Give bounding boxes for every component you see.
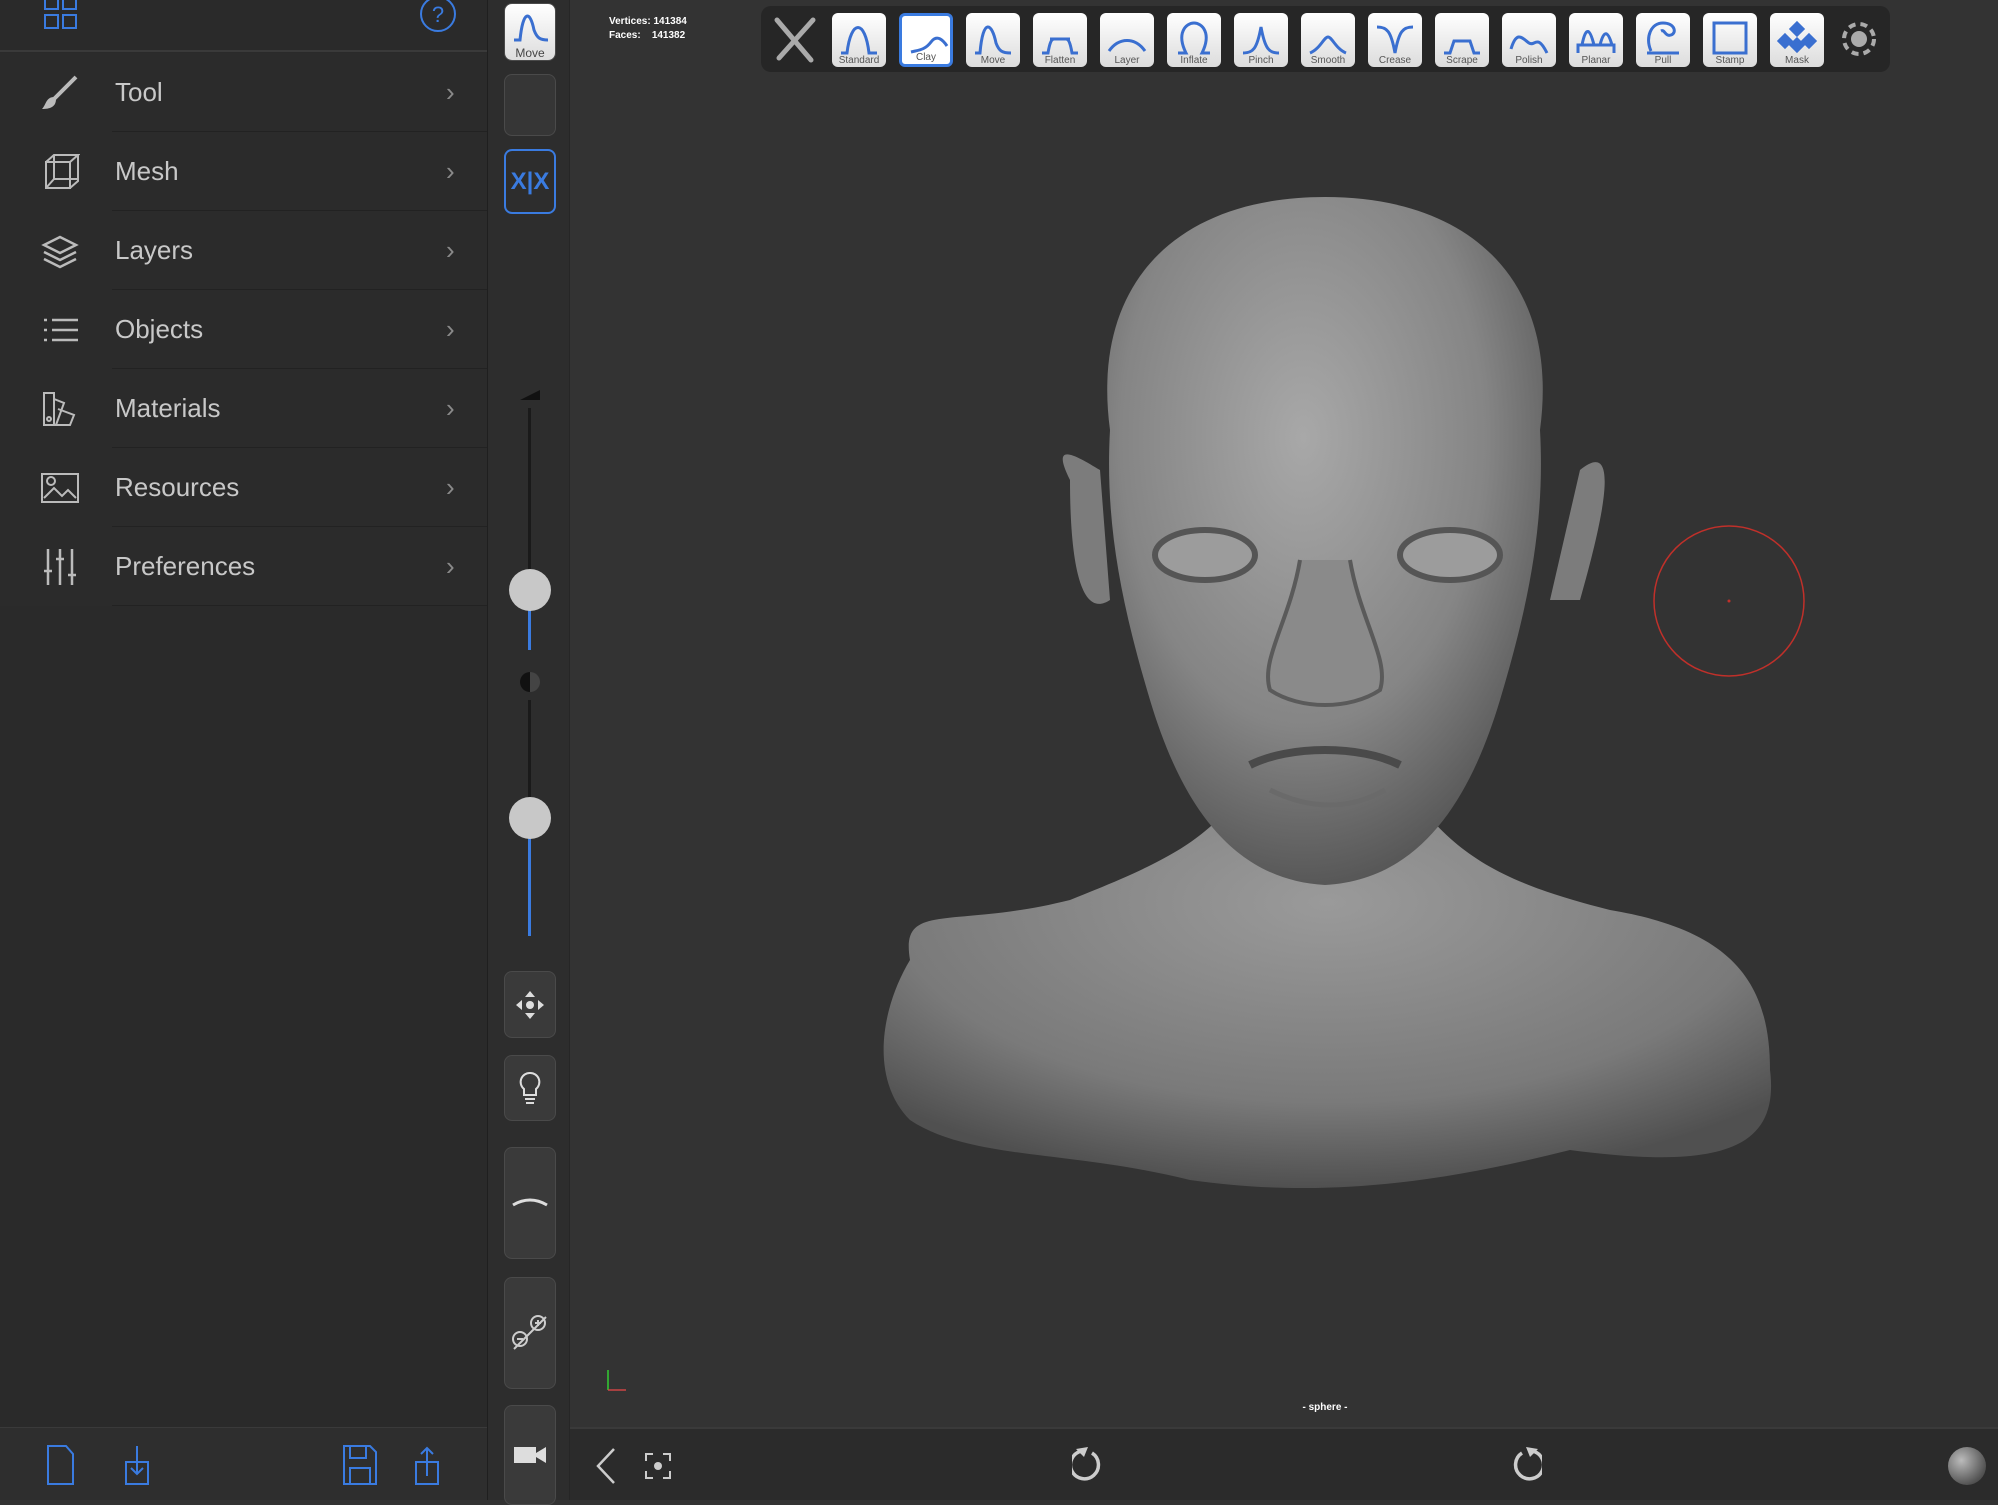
radius-icon <box>520 390 540 400</box>
sidebar-item-label: Tool <box>115 77 163 107</box>
current-tool-button[interactable]: Move <box>504 3 556 61</box>
chevron-right-icon: › <box>446 393 455 423</box>
back-arrow-icon[interactable] <box>594 1447 618 1485</box>
chevron-right-icon: › <box>446 235 455 265</box>
cube-icon <box>40 152 80 192</box>
empty-slot-button[interactable] <box>504 74 556 136</box>
intensity-slider-thumb[interactable] <box>509 797 551 839</box>
import-icon[interactable] <box>122 1444 152 1486</box>
focus-frame-icon[interactable] <box>644 1452 672 1480</box>
sidebar-item-label: Objects <box>115 314 204 344</box>
sidebar-item-label: Mesh <box>115 156 179 186</box>
mask-toggle-button[interactable] <box>504 1277 556 1389</box>
divider <box>112 605 487 606</box>
image-icon <box>40 468 80 508</box>
grid-icon[interactable] <box>43 0 79 30</box>
chevron-right-icon: › <box>446 156 455 186</box>
sidebar: ? Tool › Mesh › Layers › Objects › Materials › Res… <box>0 0 487 1500</box>
sidebar-item-label: Layers <box>115 235 194 265</box>
move-arrows-icon <box>516 990 544 1019</box>
3d-viewport[interactable]: Vertices: 141384 Faces: 141382 Standard C… <box>570 0 1998 1427</box>
lightbulb-icon <box>519 1071 541 1104</box>
viewport-bottom-bar <box>570 1427 1998 1500</box>
sidebar-item-label: Materials <box>115 393 221 423</box>
sidebar-item-preferences[interactable]: Preferences › <box>0 527 487 606</box>
move-brush-icon <box>514 14 549 42</box>
sidebar-item-tool[interactable]: Tool › <box>0 53 487 132</box>
light-button[interactable] <box>504 1055 556 1121</box>
sidebar-item-materials[interactable]: Materials › <box>0 369 487 448</box>
sidebar-footer <box>0 1427 487 1500</box>
svg-text:?: ? <box>432 2 444 27</box>
sculpt-model[interactable] <box>570 0 1998 1427</box>
sliders-icon <box>40 547 80 587</box>
transform-button[interactable] <box>504 971 556 1038</box>
object-name-label: - sphere - <box>1302 1402 1348 1413</box>
swatches-icon <box>40 389 80 429</box>
list-icon <box>40 310 80 350</box>
current-tool-label: Move <box>515 46 545 60</box>
matcap-sphere-button[interactable] <box>1948 1447 1986 1485</box>
chevron-right-icon: › <box>446 472 455 502</box>
sidebar-item-mesh[interactable]: Mesh › <box>0 132 487 211</box>
redo-icon[interactable] <box>1506 1445 1542 1485</box>
radius-slider-thumb[interactable] <box>509 569 551 611</box>
sidebar-item-label: Resources <box>115 472 240 502</box>
stroke-curve-icon <box>512 1198 548 1207</box>
save-icon[interactable] <box>342 1444 378 1486</box>
new-file-icon[interactable] <box>46 1444 76 1486</box>
chevron-right-icon: › <box>446 314 455 344</box>
sidebar-item-label: Preferences <box>115 551 256 581</box>
axis-indicator <box>607 1370 626 1391</box>
sidebar-item-resources[interactable]: Resources › <box>0 448 487 527</box>
export-icon[interactable] <box>412 1444 442 1486</box>
radius-slider[interactable] <box>528 408 531 650</box>
sidebar-header: ? <box>0 0 487 52</box>
video-camera-icon <box>514 1447 546 1463</box>
brush-icon <box>40 73 80 113</box>
intensity-icon <box>520 672 540 692</box>
stroke-button[interactable] <box>504 1147 556 1259</box>
chevron-right-icon: › <box>446 551 455 581</box>
brush-settings-column: Move X|X <box>487 0 570 1505</box>
sidebar-item-objects[interactable]: Objects › <box>0 290 487 369</box>
undo-icon[interactable] <box>1072 1445 1108 1485</box>
symmetry-button[interactable]: X|X <box>504 149 556 214</box>
sidebar-item-layers[interactable]: Layers › <box>0 211 487 290</box>
camera-button[interactable] <box>504 1405 556 1505</box>
mask-toggle-icon <box>512 1315 547 1350</box>
symmetry-label: X|X <box>510 167 550 195</box>
brush-cursor <box>1653 525 1805 677</box>
help-icon[interactable]: ? <box>418 0 458 34</box>
layers-icon <box>40 231 80 271</box>
chevron-right-icon: › <box>446 77 455 107</box>
